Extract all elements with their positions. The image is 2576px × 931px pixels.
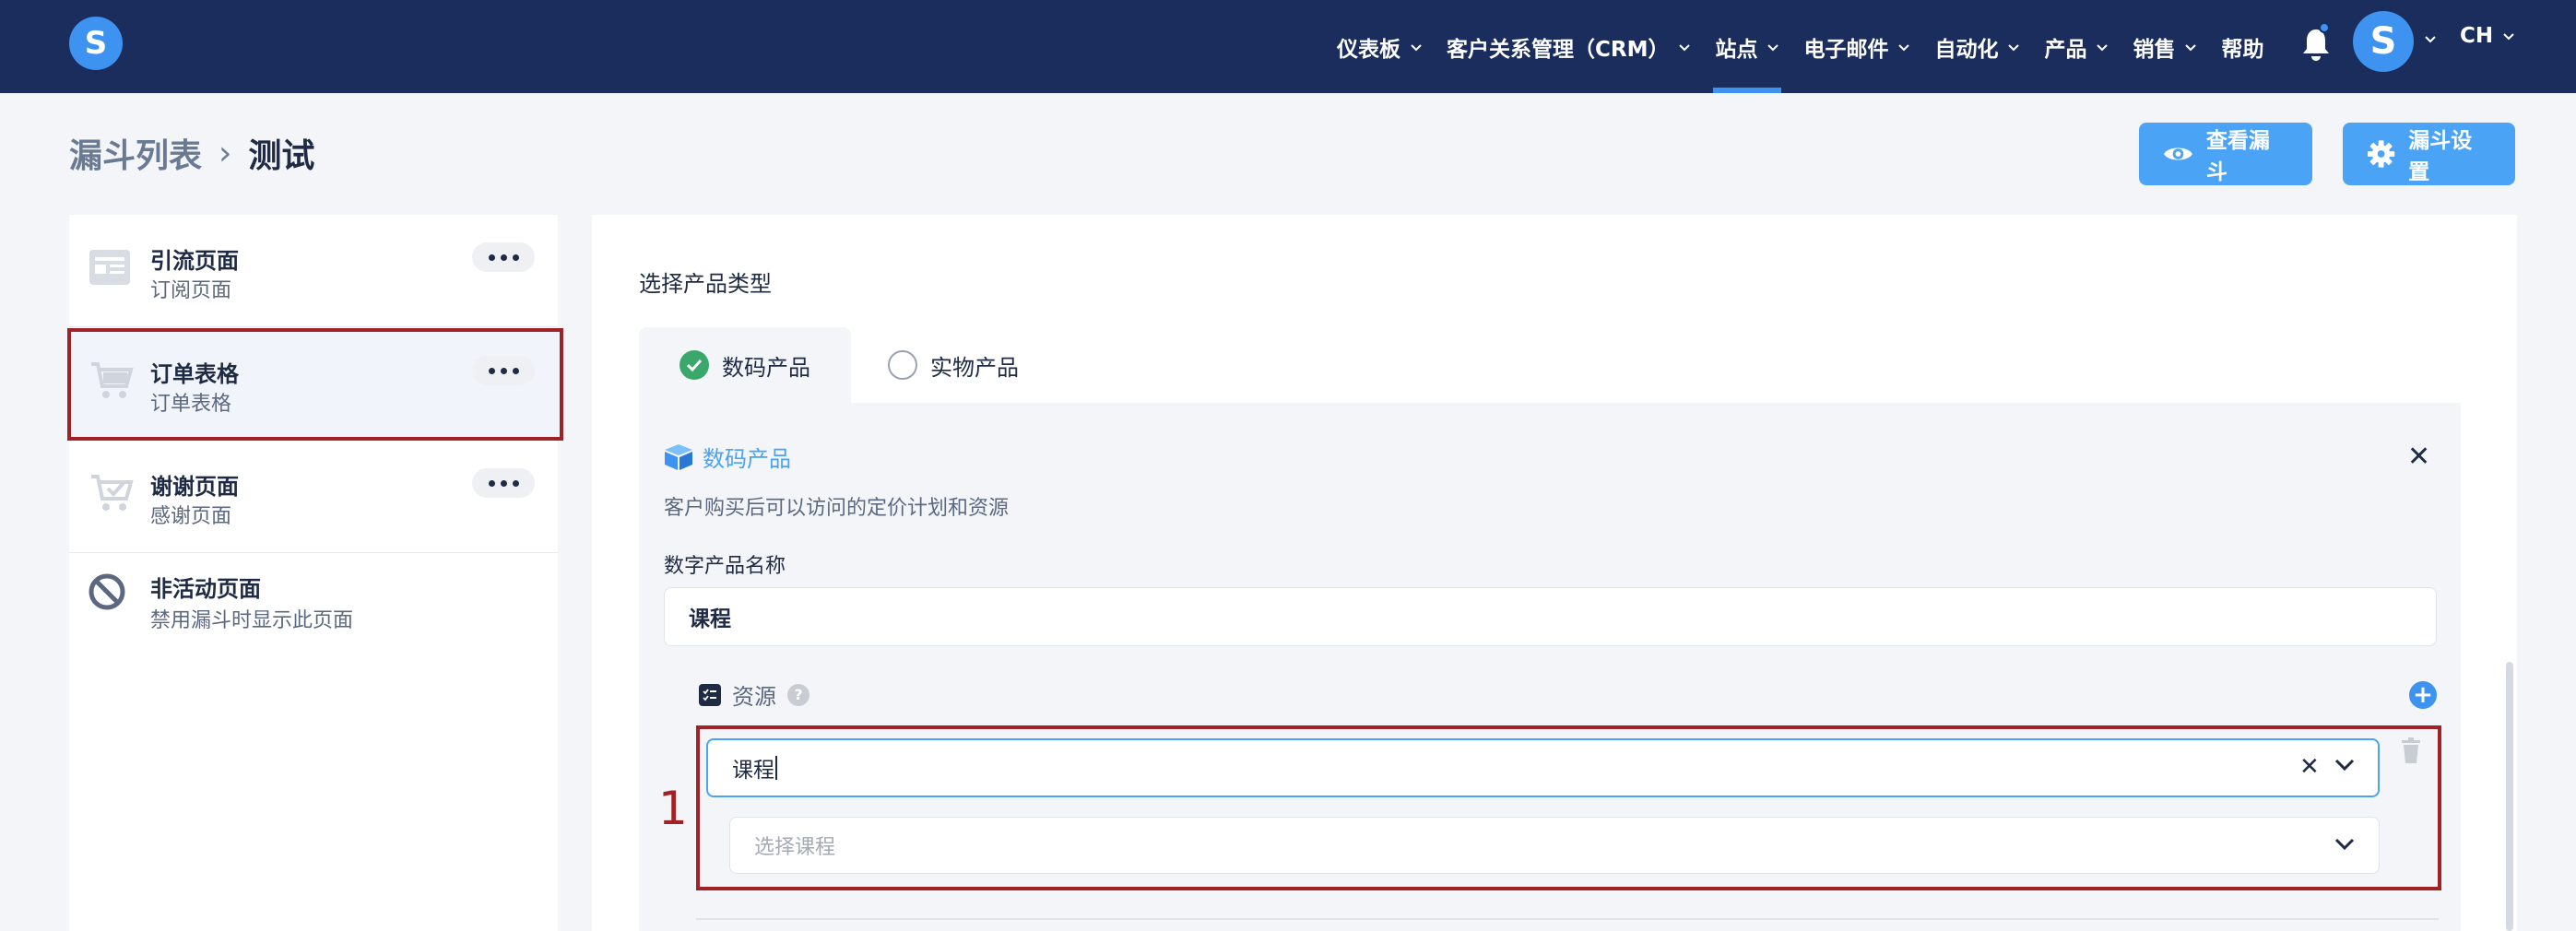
chevron-down-icon [2008,43,2020,51]
chevron-down-icon [2503,33,2514,41]
view-funnel-button[interactable]: 查看漏斗 [2139,123,2312,185]
nav-item-automation[interactable]: 自动化 [1934,0,2020,93]
nav-item-dashboard[interactable]: 仪表板 [1337,0,1423,93]
chevron-down-icon[interactable] [2334,837,2356,852]
main-nav: 仪表板 客户关系管理（CRM） 站点 电子邮件 自动化 产品 销售 帮助 [1337,0,2287,93]
app-logo[interactable]: S [69,17,123,70]
radio-icon [888,350,917,380]
divider [696,918,2439,920]
tab-physical-product[interactable]: 实物产品 [888,327,1019,403]
box-icon [665,443,692,470]
breadcrumb: 漏斗列表 › 测试 [69,129,314,177]
nav-item-products[interactable]: 产品 [2044,0,2109,93]
step-title: 引流页面 [150,248,239,274]
product-type-label: 选择产品类型 [639,271,772,297]
chevron-down-icon[interactable] [2334,758,2356,772]
dot-icon [500,479,507,487]
breadcrumb-root-link[interactable]: 漏斗列表 [69,129,202,177]
user-avatar[interactable]: S [2353,11,2414,72]
funnel-settings-button[interactable]: 漏斗设置 [2343,123,2515,185]
text-cursor [775,756,777,780]
nav-item-help[interactable]: 帮助 [2221,0,2263,93]
step-more-button[interactable] [472,242,535,272]
nav-item-sales[interactable]: 销售 [2133,0,2197,93]
check-circle-icon [679,350,709,380]
chevron-down-icon[interactable] [2423,31,2438,46]
step-title: 非活动页面 [150,576,261,602]
dot-icon [512,253,519,261]
digital-product-description: 客户购买后可以访问的定价计划和资源 [664,497,1010,520]
funnel-step-optin[interactable]: 引流页面 订阅页面 [69,215,558,327]
annotation-number: 1 [658,782,688,835]
funnel-steps-panel: 引流页面 订阅页面 订单表格 订单表格 谢谢页面 感谢页面 非活动页面 禁用漏斗… [69,215,558,931]
ban-icon [89,573,125,610]
step-more-button[interactable] [472,468,535,498]
course-select[interactable]: 选择课程 [729,817,2380,874]
breadcrumb-separator: › [219,134,232,172]
notification-dot [2319,22,2330,33]
checklist-icon [699,683,721,706]
dot-icon [488,253,495,261]
resources-header: 资源 ? [699,678,809,711]
help-icon[interactable]: ? [787,683,809,706]
chevron-down-icon [1767,43,1779,51]
dot-icon [500,253,507,261]
resources-label: 资源 [732,684,776,710]
chevron-down-icon [1679,43,1691,51]
add-resource-button[interactable]: + [2409,681,2437,709]
dot-icon [512,479,519,487]
resource-select[interactable]: 课程 [706,738,2380,797]
top-navigation-bar: S 仪表板 客户关系管理（CRM） 站点 电子邮件 自动化 产品 销售 帮助 S… [0,0,2576,93]
scrollbar-thumb[interactable] [2506,662,2513,931]
nav-item-crm[interactable]: 客户关系管理（CRM） [1447,0,1691,93]
clear-selection-icon[interactable]: ✕ [2299,753,2320,781]
nav-item-email[interactable]: 电子邮件 [1803,0,1910,93]
product-name-label: 数字产品名称 [664,555,786,578]
step-subtitle: 订阅页面 [150,279,232,302]
dot-icon [488,479,495,487]
user-menu[interactable]: CH [2460,24,2515,48]
tab-digital-product[interactable]: 数码产品 [639,327,851,403]
nav-item-sites[interactable]: 站点 [1713,0,1782,93]
digital-product-heading: 数码产品 [664,441,791,473]
chevron-down-icon [1411,43,1422,51]
funnel-step-thank-you[interactable]: 谢谢页面 感谢页面 [69,441,558,553]
close-icon[interactable]: ✕ [2407,441,2430,473]
step-title: 谢谢页面 [150,474,239,500]
page-title: 测试 [248,137,315,175]
trash-icon[interactable] [2400,737,2422,765]
layout-icon [89,250,130,285]
step-subtitle: 禁用漏斗时显示此页面 [150,609,354,632]
funnel-step-inactive[interactable]: 非活动页面 禁用漏斗时显示此页面 [69,554,558,665]
eye-icon [2163,147,2192,160]
gear-icon [2367,140,2395,168]
cart-check-icon [91,475,134,511]
highlight-box [67,328,563,441]
chevron-down-icon [2185,43,2197,51]
chevron-down-icon [2097,43,2109,51]
chevron-down-icon [1898,43,1910,51]
product-name-input[interactable]: 课程 [664,587,2437,646]
step-subtitle: 感谢页面 [150,505,232,528]
